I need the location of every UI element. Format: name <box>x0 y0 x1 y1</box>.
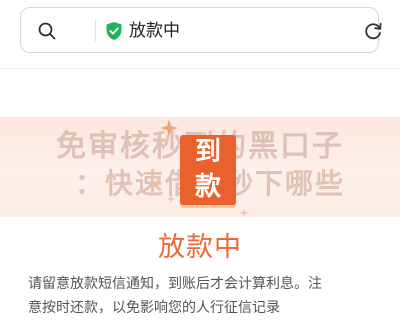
sticker-bottom-char: 款 <box>180 169 236 205</box>
status-title: 放款中 <box>158 232 242 263</box>
payout-sticker: 到 款 <box>180 135 236 207</box>
header-divider <box>0 68 400 69</box>
notice-line-1: 请留意放款短信通知，到账后才会计算利息。注 <box>28 276 322 292</box>
reload-icon[interactable] <box>362 20 384 42</box>
shield-check-icon <box>106 22 122 40</box>
status-notice: 请留意放款短信通知，到账后才会计算利息。注 意按时还款，以免影响您的人行征信记录 <box>28 272 374 320</box>
address-bar[interactable]: 放款中 <box>20 7 382 53</box>
sticker-top-char: 到 <box>180 135 236 169</box>
address-divider <box>95 20 96 42</box>
notice-line-2: 意按时还款，以免影响您的人行征信记录 <box>28 300 280 316</box>
page: 放款中 免审核秒到的黑口子 ：快速借钱秒下哪些 到 款 放款中 请留意放款短信通… <box>0 0 400 335</box>
address-text[interactable]: 放款中 <box>129 19 180 43</box>
status-banner: 免审核秒到的黑口子 ：快速借钱秒下哪些 到 款 <box>0 117 400 217</box>
search-icon[interactable] <box>38 22 56 40</box>
